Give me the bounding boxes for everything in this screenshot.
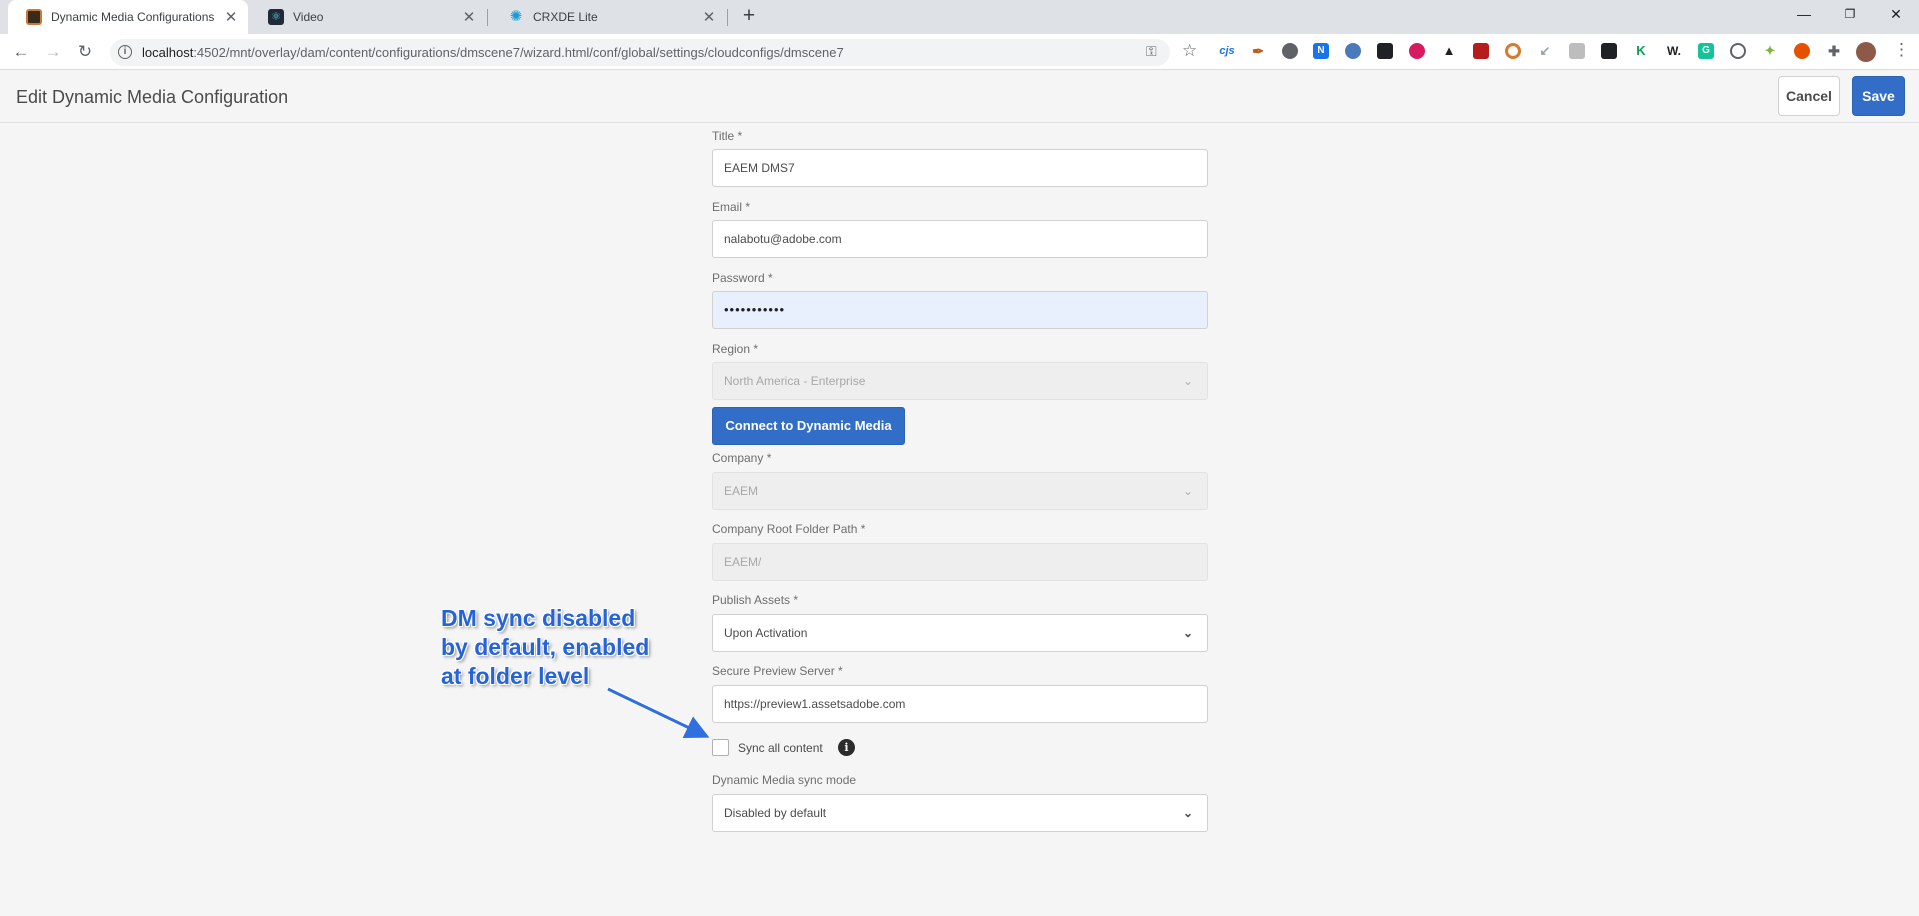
forward-icon[interactable]: → <box>41 40 65 64</box>
cancel-button[interactable]: Cancel <box>1778 76 1840 116</box>
annotation-line-1: DM sync disabled <box>441 605 636 631</box>
annotation-callout: DM sync disabled by default, enabled at … <box>441 604 701 691</box>
box-extension-icon[interactable] <box>1569 43 1585 59</box>
g-search-extension-icon[interactable] <box>1730 43 1746 59</box>
new-tab-icon[interactable]: + <box>737 5 761 29</box>
browser-tabstrip: Dynamic Media Configurations ✕ ⚛ Video ✕… <box>0 0 1919 34</box>
password-key-icon[interactable]: ⚿ <box>1146 43 1157 60</box>
aem-favicon-icon <box>26 9 42 25</box>
bot-extension-icon[interactable] <box>1601 43 1617 59</box>
target-extension-icon[interactable] <box>1505 43 1521 59</box>
annotation-line-2: by default, enabled <box>441 634 650 660</box>
email-input[interactable]: nalabotu@adobe.com <box>712 220 1208 258</box>
n-extension-icon[interactable]: N <box>1313 43 1329 59</box>
tab-title: Dynamic Media Configurations <box>51 10 215 24</box>
url-path: :4502/mnt/overlay/dam/content/configurat… <box>193 45 844 60</box>
company-select: EAEM ⌄ <box>712 472 1208 510</box>
tab-separator <box>487 9 488 26</box>
preview-server-input[interactable]: https://preview1.assetsadobe.com <box>712 685 1208 723</box>
publish-assets-value: Upon Activation <box>724 626 808 640</box>
email-label: Email * <box>712 200 751 214</box>
company-value: EAEM <box>724 484 759 498</box>
react-favicon-icon: ⚛ <box>268 9 284 25</box>
gift-extension-icon[interactable] <box>1473 43 1489 59</box>
address-bar[interactable]: i localhost:4502/mnt/overlay/dam/content… <box>110 39 1197 66</box>
connect-to-dynamic-media-button[interactable]: Connect to Dynamic Media <box>712 407 905 445</box>
sync-all-content-label[interactable]: Sync all content <box>738 741 823 755</box>
password-label: Password * <box>712 271 773 285</box>
info-icon[interactable]: i <box>838 739 855 756</box>
password-input[interactable]: ••••••••••• <box>712 291 1208 329</box>
close-tab-icon[interactable]: ✕ <box>220 8 242 26</box>
cjs-extension-icon[interactable]: cjs <box>1216 43 1238 59</box>
leaf-extension-icon[interactable]: ✦ <box>1762 43 1778 59</box>
profile-avatar[interactable] <box>1856 42 1876 62</box>
extensions-puzzle-icon[interactable]: ✚ <box>1826 43 1842 59</box>
eye-extension-icon[interactable] <box>1409 43 1425 59</box>
fox-extension-icon[interactable] <box>1794 43 1810 59</box>
bookmark-star-icon[interactable]: ☆ <box>1182 41 1197 61</box>
chevron-down-icon[interactable]: ⌄ <box>1183 795 1193 831</box>
window-close-icon[interactable]: ✕ <box>1873 0 1919 30</box>
region-value: North America - Enterprise <box>724 374 866 388</box>
site-info-icon[interactable]: i <box>118 45 132 59</box>
chevron-down-icon: ⌄ <box>1182 484 1193 498</box>
url-host: localhost <box>142 45 194 60</box>
tab-title: Video <box>293 10 324 24</box>
tab-crxde-lite[interactable]: ✺ CRXDE Lite ✕ <box>490 0 726 34</box>
region-label: Region * <box>712 342 759 356</box>
tab-separator <box>727 9 728 26</box>
chevron-down-icon: ⌄ <box>1182 374 1193 388</box>
root-path-label: Company Root Folder Path * <box>712 522 866 536</box>
browser-toolbar: ← → ↻ i localhost:4502/mnt/overlay/dam/c… <box>0 34 1919 70</box>
preview-server-label: Secure Preview Server * <box>712 664 843 678</box>
chevron-down-icon[interactable]: ⌄ <box>1183 615 1193 651</box>
tab-title: CRXDE Lite <box>533 10 598 24</box>
company-label: Company * <box>712 451 772 465</box>
delta-extension-icon[interactable]: ▲ <box>1441 43 1457 59</box>
close-tab-icon[interactable]: ✕ <box>698 8 720 26</box>
tab-dynamic-media-configurations[interactable]: Dynamic Media Configurations ✕ <box>8 0 248 34</box>
restore-icon[interactable]: ❐ <box>1827 0 1873 30</box>
sync-mode-value: Disabled by default <box>724 806 827 820</box>
browser-menu-icon[interactable]: ⋮ <box>1893 40 1910 60</box>
sync-mode-label: Dynamic Media sync mode <box>712 773 857 787</box>
sync-mode-select[interactable]: Disabled by default ⌄ <box>712 794 1208 832</box>
k-extension-icon[interactable]: K <box>1633 43 1649 59</box>
title-label: Title * <box>712 129 743 143</box>
publish-assets-label: Publish Assets * <box>712 593 799 607</box>
region-select: North America - Enterprise ⌄ <box>712 362 1208 400</box>
minimize-icon[interactable]: — <box>1781 0 1827 30</box>
crxde-favicon-icon: ✺ <box>509 8 523 25</box>
reload-icon[interactable]: ↻ <box>73 40 97 64</box>
publish-assets-select[interactable]: Upon Activation ⌄ <box>712 614 1208 652</box>
app-header: Edit Dynamic Media Configuration <box>0 70 1919 123</box>
tab-video[interactable]: ⚛ Video ✕ <box>250 0 486 34</box>
root-path-input: EAEM/ <box>712 543 1208 581</box>
page-title: Edit Dynamic Media Configuration <box>16 87 289 107</box>
shield-extension-icon[interactable] <box>1345 43 1361 59</box>
url-text[interactable]: localhost:4502/mnt/overlay/dam/content/c… <box>142 45 844 60</box>
hat-extension-icon[interactable] <box>1377 43 1393 59</box>
title-input[interactable]: EAEM DMS7 <box>712 149 1208 187</box>
pen-extension-icon[interactable]: ✒ <box>1250 43 1266 59</box>
save-button[interactable]: Save <box>1852 76 1905 116</box>
grammarly-extension-icon[interactable]: G <box>1698 43 1714 59</box>
close-tab-icon[interactable]: ✕ <box>458 8 480 26</box>
arrow-extension-icon[interactable]: ↙ <box>1537 43 1553 59</box>
w-extension-icon[interactable]: W. <box>1664 43 1684 59</box>
circle-extension-icon[interactable] <box>1282 43 1298 59</box>
back-icon[interactable]: ← <box>9 40 33 64</box>
annotation-arrow-icon <box>606 686 710 739</box>
